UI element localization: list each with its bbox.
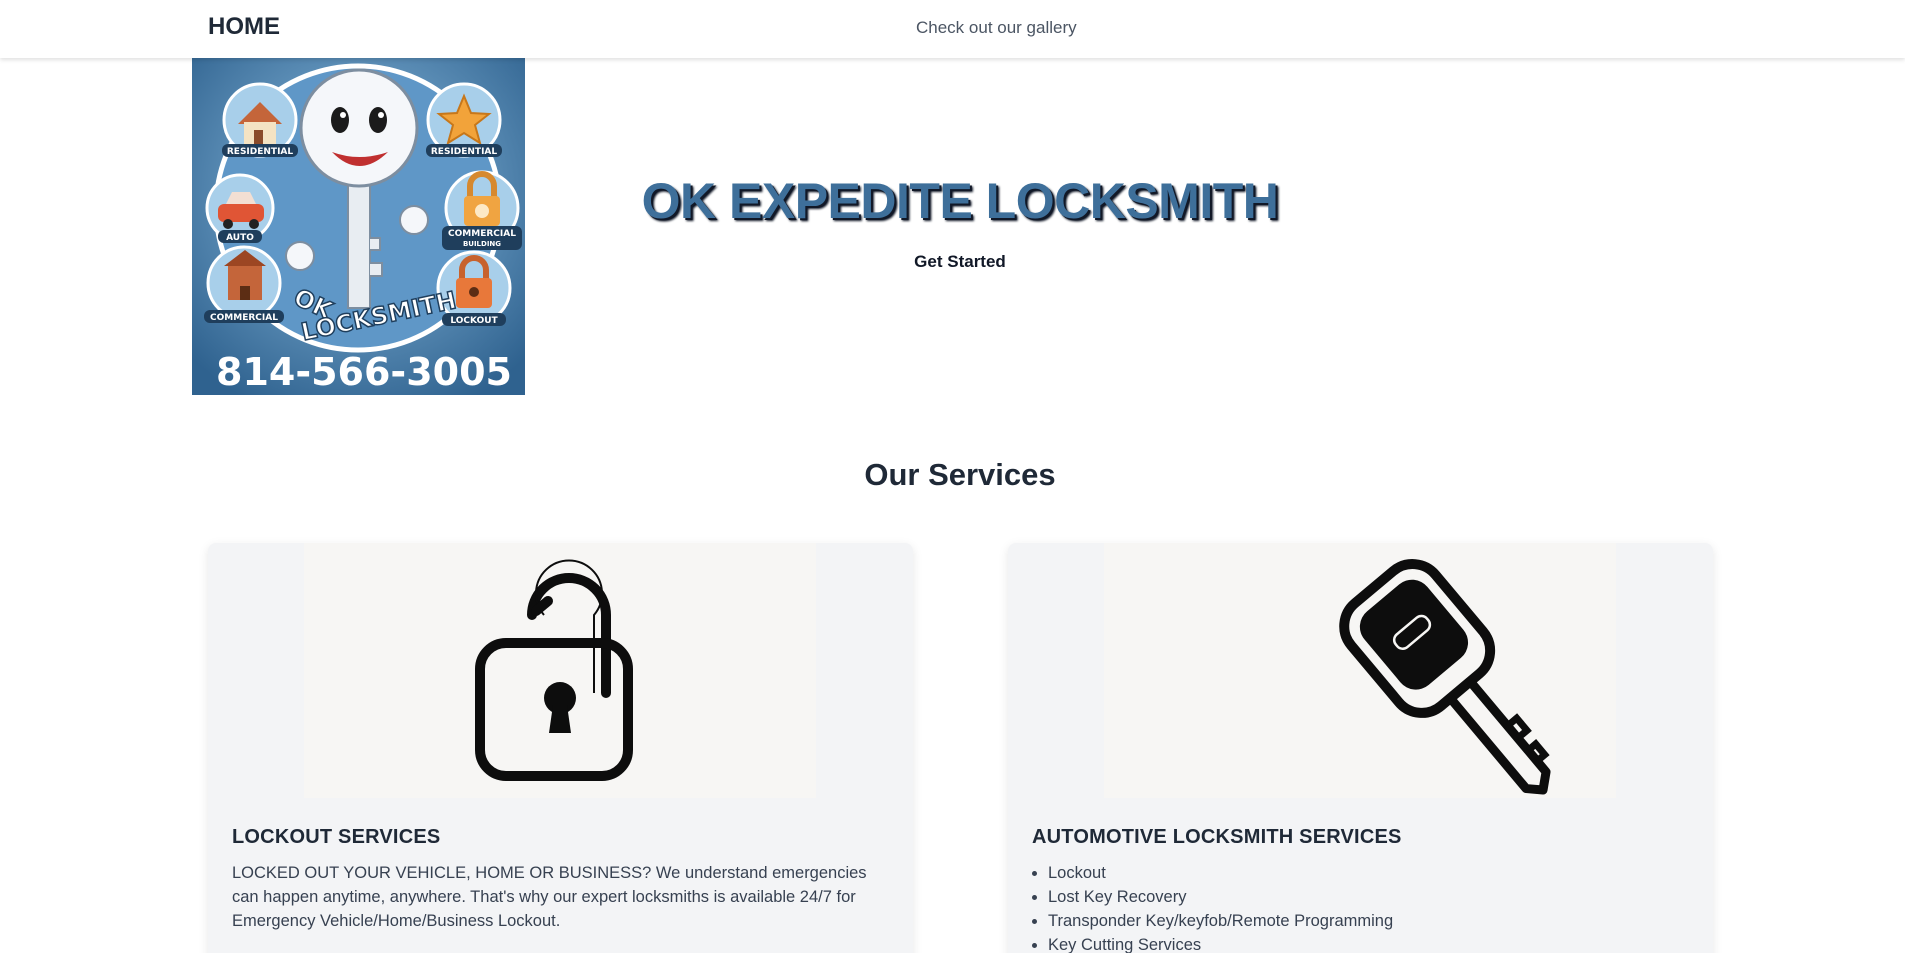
card-title-lockout: LOCKOUT SERVICES [232,826,441,848]
nav-gallery-link[interactable]: Check out our gallery [916,18,1077,38]
service-card-automotive: AUTOMOTIVE LOCKSMITH SERVICES Lockout Lo… [1008,543,1713,953]
hero-title: OK EXPEDITE LOCKSMITH [641,173,1279,229]
logo-phone-number: 814-566-3005 [216,350,512,394]
locksmith-logo-image: RESIDENTIAL RESIDENTIAL AUTO COMMERCIAL … [192,58,525,395]
badge-label-auto: AUTO [226,233,254,243]
list-item: Lockout [1048,861,1393,885]
badge-label-commercial-building: COMMERCIAL [448,229,516,239]
top-navbar: HOME Check out our gallery [0,0,1905,58]
nav-home-link[interactable]: HOME [208,13,280,41]
card-text-lockout: LOCKED OUT YOUR VEHICLE, HOME OR BUSINES… [232,864,867,930]
badge-label-commercial: COMMERCIAL [210,313,278,323]
automotive-services-list: Lockout Lost Key Recovery Transponder Ke… [1048,861,1393,953]
open-padlock-icon [304,543,816,798]
badge-label-residential-2: RESIDENTIAL [431,147,498,157]
list-item: Key Cutting Services [1048,933,1393,953]
services-heading: Our Services [864,457,1056,492]
badge-label-residential-1: RESIDENTIAL [227,147,294,157]
badge-label-lockout: LOCKOUT [450,316,498,326]
svg-text:BUILDING: BUILDING [463,240,501,248]
card-title-automotive: AUTOMOTIVE LOCKSMITH SERVICES [1032,826,1402,848]
service-card-lockout: LOCKOUT SERVICES LOCKED OUT YOUR VEHICLE… [208,543,913,953]
car-key-icon [1104,543,1616,798]
get-started-button[interactable]: Get Started [900,252,1020,272]
list-item: Transponder Key/keyfob/Remote Programmin… [1048,909,1393,933]
list-item: Lost Key Recovery [1048,885,1393,909]
